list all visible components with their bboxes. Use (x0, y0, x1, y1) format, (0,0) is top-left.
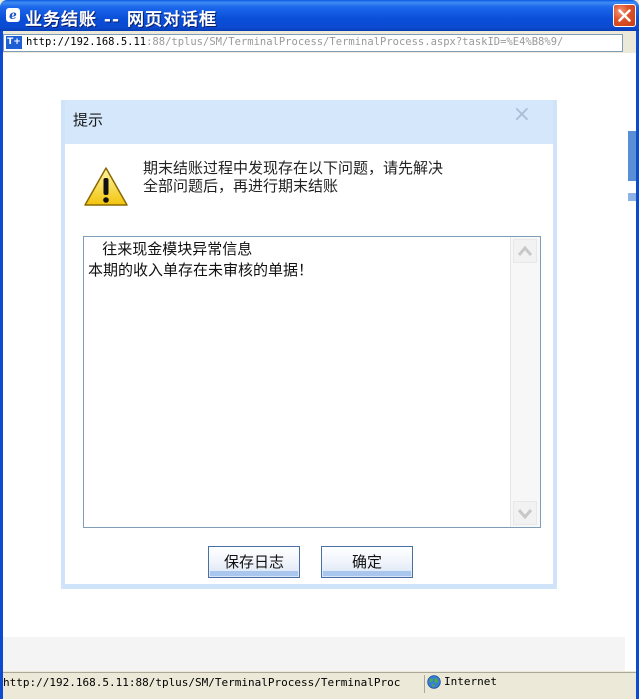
security-zone: Internet (427, 675, 497, 689)
modal-close-icon[interactable]: × (513, 102, 531, 127)
address-host: http://192.168.5.11 (26, 36, 147, 48)
save-log-label: 保存日志 (223, 553, 284, 571)
save-log-button-shade (210, 571, 298, 576)
globe-icon (427, 675, 441, 689)
status-divider (424, 675, 425, 693)
ok-button[interactable]: 确定 (321, 546, 413, 578)
detail-textarea[interactable]: 往来现金模块异常信息 本期的收入单存在未审核的单据！ (83, 236, 541, 528)
address-path: :88/tplus/SM/TerminalProcess/TerminalPro… (146, 36, 564, 48)
title-bar[interactable]: e 业务结账 -- 网页对话框 (0, 0, 639, 31)
background-blue-mark (628, 193, 636, 201)
modal-header: 提示 × (65, 100, 553, 144)
chevron-up-icon (517, 245, 533, 256)
vertical-scrollbar[interactable] (510, 237, 540, 527)
message-line-1: 期末结账过程中发现存在以下问题，请先解决 (143, 159, 444, 177)
scroll-down-button[interactable] (513, 501, 537, 525)
warning-icon (84, 167, 128, 206)
address-bar[interactable]: T+ http://192.168.5.11:88/tplus/SM/Termi… (3, 34, 623, 52)
ok-label: 确定 (351, 553, 382, 571)
close-icon (618, 9, 631, 22)
tplus-icon: T+ (6, 36, 22, 49)
scroll-up-button[interactable] (513, 239, 537, 263)
background-blue-bar (628, 131, 636, 181)
page-footer-area (3, 637, 625, 671)
security-zone-label: Internet (444, 675, 497, 688)
save-log-button[interactable]: 保存日志 (208, 546, 300, 578)
window-title: 业务结账 -- 网页对话框 (25, 10, 217, 30)
modal-title: 提示 (73, 111, 104, 129)
chevron-down-icon (517, 509, 533, 519)
background-page-edge (625, 53, 636, 671)
ie-icon: e (6, 8, 20, 22)
status-url: http://192.168.5.11:88/tplus/SM/Terminal… (3, 676, 401, 689)
detail-text: 往来现金模块异常信息 本期的收入单存在未审核的单据！ (88, 240, 314, 279)
modal-body: 提示 × 期末结账过程中发现存在以下问题，请先解决 全部问题后，再进行期末结账 … (65, 100, 553, 584)
window-close-button[interactable] (613, 4, 636, 27)
page-content: 提示 × 期末结账过程中发现存在以下问题，请先解决 全部问题后，再进行期末结账 … (3, 53, 625, 671)
dialog-window: e 业务结账 -- 网页对话框 T+ http://192.168.5.11:8… (0, 0, 639, 699)
message-line-2: 全部问题后，再进行期末结账 (143, 177, 339, 195)
status-bar: http://192.168.5.11:88/tplus/SM/Terminal… (3, 672, 636, 696)
ok-button-shade (323, 571, 411, 576)
warning-message: 期末结账过程中发现存在以下问题，请先解决 全部问题后，再进行期末结账 (143, 159, 503, 195)
address-url: http://192.168.5.11:88/tplus/SM/Terminal… (26, 36, 563, 48)
prompt-modal: 提示 × 期末结账过程中发现存在以下问题，请先解决 全部问题后，再进行期末结账 … (61, 100, 557, 589)
